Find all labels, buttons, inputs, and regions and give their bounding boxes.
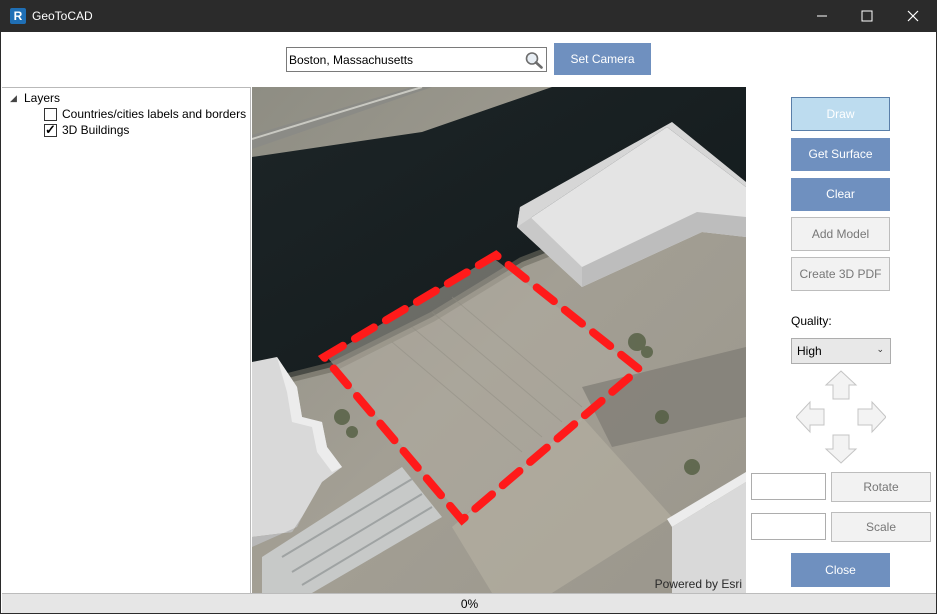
quality-selected-value: High: [797, 344, 822, 358]
arrow-right-icon: [857, 400, 886, 434]
rotate-input[interactable]: [751, 473, 826, 500]
window-title: GeoToCAD: [32, 9, 93, 23]
close-window-button[interactable]: [890, 1, 936, 32]
get-surface-button[interactable]: Get Surface: [791, 138, 890, 171]
labels-borders-checkbox[interactable]: [44, 108, 57, 121]
location-search-input[interactable]: [289, 51, 519, 69]
minimize-icon: [817, 15, 827, 17]
quality-label: Quality:: [791, 314, 832, 328]
arrow-down-icon: [824, 434, 858, 464]
tree-expand-icon[interactable]: ◢: [10, 93, 17, 104]
add-model-button[interactable]: Add Model: [791, 217, 890, 251]
rotate-button[interactable]: Rotate: [831, 472, 931, 502]
layer-item-label: Countries/cities labels and borders: [62, 107, 247, 121]
title-bar[interactable]: R GeoToCAD: [1, 1, 936, 32]
minimize-button[interactable]: [799, 1, 845, 32]
geotocad-window: R GeoToCAD Set Camera ◢ Layers Countries…: [0, 0, 937, 614]
draw-button[interactable]: Draw: [791, 97, 890, 131]
clear-button[interactable]: Clear: [791, 178, 890, 211]
esri-credit: Powered by Esri: [654, 577, 742, 591]
progress-text: 0%: [460, 597, 479, 611]
scale-input[interactable]: [751, 513, 826, 540]
close-button[interactable]: Close: [791, 553, 890, 587]
arrow-left-icon: [796, 400, 825, 434]
arrow-up-icon: [824, 370, 858, 400]
progress-bar: 0%: [2, 593, 936, 613]
scale-button[interactable]: Scale: [831, 512, 931, 542]
search-icon[interactable]: [524, 51, 544, 69]
location-search-box: [286, 47, 547, 72]
tools-panel: Draw Get Surface Clear Add Model Create …: [746, 87, 936, 593]
close-icon: [907, 10, 919, 22]
satellite-map[interactable]: [252, 87, 746, 593]
maximize-icon: [861, 10, 873, 22]
set-camera-button[interactable]: Set Camera: [554, 43, 651, 75]
map-view[interactable]: Powered by Esri: [252, 87, 746, 593]
revit-app-icon: R: [10, 8, 26, 24]
chevron-down-icon: ⌄: [876, 344, 884, 354]
maximize-button[interactable]: [844, 1, 890, 32]
3d-buildings-checkbox[interactable]: [44, 122, 57, 138]
move-arrows: [796, 370, 886, 464]
layer-item-label: 3D Buildings: [62, 123, 130, 137]
layers-tree-root[interactable]: Layers: [24, 91, 60, 105]
create-3d-pdf-button[interactable]: Create 3D PDF: [791, 257, 890, 291]
quality-dropdown[interactable]: High ⌄: [791, 338, 891, 364]
layers-panel: ◢ Layers Countries/cities labels and bor…: [2, 87, 251, 593]
